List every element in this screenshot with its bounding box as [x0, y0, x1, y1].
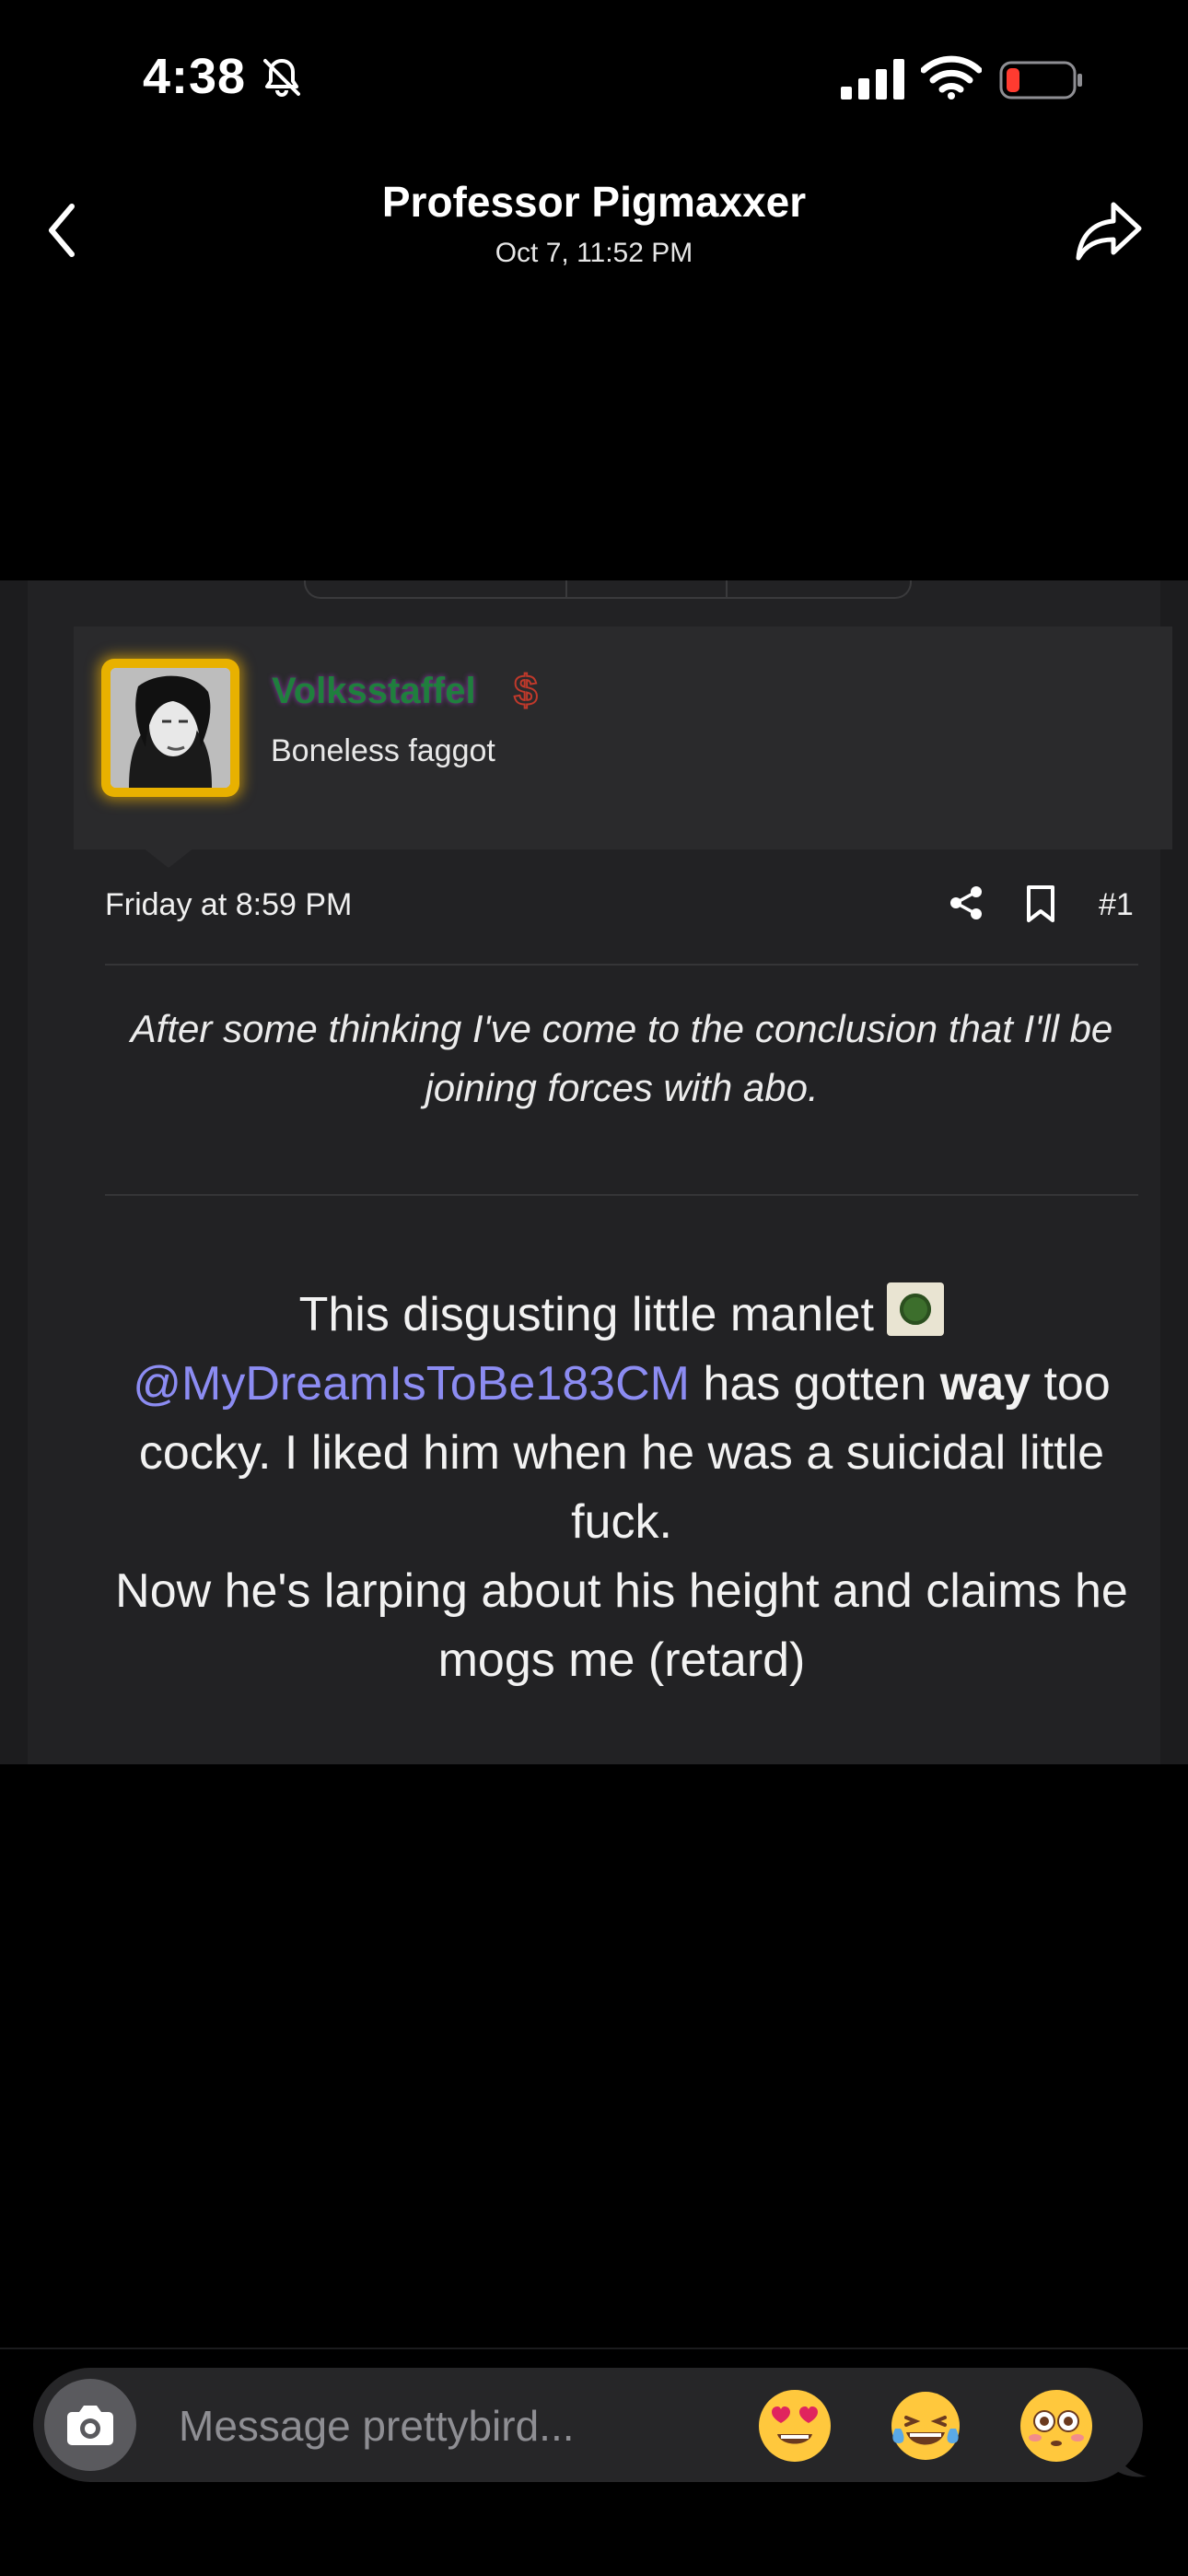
composer-divider — [0, 2348, 1188, 2349]
body-text-1: This disgusting little manlet — [298, 1288, 874, 1341]
message-composer[interactable]: Message prettybird... — [33, 2368, 1143, 2482]
post-number[interactable]: #1 — [1099, 887, 1134, 923]
battery-low-icon — [999, 61, 1082, 100]
post-body: This disgusting little manlet @MyDreamIs… — [105, 1281, 1138, 1695]
divider — [105, 1194, 1138, 1196]
body-text-4: Now he's larping about his height and cl… — [115, 1564, 1128, 1687]
chat-header: Professor Pigmaxxer Oct 7, 11:52 PM — [0, 157, 1188, 313]
composer-bubble-tail — [1110, 2423, 1147, 2477]
divider — [105, 964, 1138, 966]
body-text-2: has gotten — [703, 1357, 927, 1411]
post-username[interactable]: Volksstaffel — [272, 671, 476, 712]
shared-post-image[interactable]: Volksstaffel $ Boneless faggot Friday at… — [0, 580, 1188, 1764]
user-mention-link[interactable]: @MyDreamIsToBe183CM — [133, 1357, 690, 1411]
body-text-bold: way — [939, 1357, 1031, 1411]
post-top-tabs — [304, 580, 912, 599]
forward-arrow-icon[interactable] — [1073, 193, 1145, 265]
wifi-icon — [921, 55, 982, 100]
user-title: Boneless faggot — [271, 733, 495, 768]
bookmark-icon[interactable] — [1025, 884, 1056, 923]
avatar-frame — [101, 659, 239, 797]
chat-timestamp: Oct 7, 11:52 PM — [495, 238, 693, 268]
status-bar: 4:38 — [0, 0, 1188, 157]
flushed-face-emoji-icon[interactable] — [1019, 2388, 1094, 2464]
camera-icon — [67, 2406, 113, 2445]
user-card: Volksstaffel $ Boneless faggot — [74, 626, 1172, 849]
message-input[interactable]: Message prettybird... — [179, 2401, 575, 2451]
avatar — [111, 668, 230, 788]
share-nodes-icon[interactable] — [949, 884, 985, 921]
cellular-signal-icon — [841, 59, 904, 100]
smiley-image-icon — [887, 1282, 945, 1336]
tears-of-joy-emoji-icon[interactable] — [888, 2388, 963, 2464]
chat-title: Professor Pigmaxxer — [381, 178, 807, 226]
post-quote: After some thinking I've come to the con… — [130, 1007, 1113, 1109]
camera-button[interactable] — [44, 2379, 136, 2471]
post-container: Volksstaffel $ Boneless faggot Friday at… — [28, 580, 1172, 1764]
post-timestamp: Friday at 8:59 PM — [105, 887, 353, 922]
status-time: 4:38 — [143, 49, 247, 104]
bell-slash-icon — [263, 59, 300, 97]
card-pointer — [143, 848, 194, 868]
heart-eyes-emoji-icon[interactable] — [757, 2388, 833, 2464]
dollar-badge-icon: $ — [513, 665, 539, 715]
